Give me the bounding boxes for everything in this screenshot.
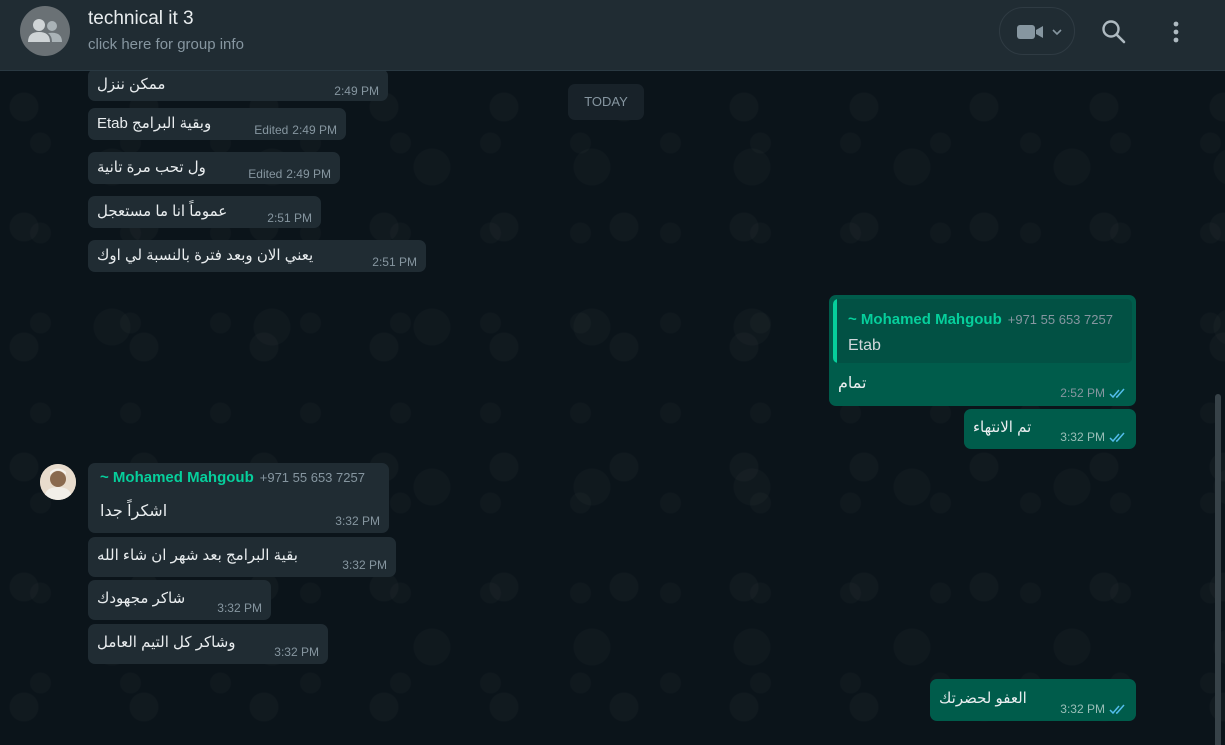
person-photo-icon	[40, 464, 76, 500]
message-time: 2:49 PM	[292, 123, 337, 137]
edited-label: Edited	[248, 167, 283, 181]
quoted-sender-phone: +971 55 653 7257	[1007, 312, 1113, 327]
message-incoming[interactable]: عموماً انا ما مستعجل 2:51 PM	[88, 196, 321, 228]
member-avatar[interactable]	[40, 464, 76, 500]
chat-title[interactable]: technical it 3	[88, 8, 194, 30]
message-text: يعني الان وبعد فترة بالنسبة لي اوك	[97, 247, 314, 264]
video-call-button[interactable]	[999, 7, 1075, 55]
chat-scrollbar[interactable]	[1215, 394, 1221, 745]
message-time: 2:49 PM	[286, 167, 331, 181]
message-incoming[interactable]: ممكن ننزل 2:49 PM	[88, 71, 388, 101]
message-time: 3:32 PM	[1060, 430, 1105, 444]
message-incoming[interactable]: بقية البرامج بعد شهر ان شاء الله 3:32 PM	[88, 537, 396, 577]
chat-header[interactable]: technical it 3 click here for group info	[0, 0, 1225, 71]
double-check-icon	[1109, 432, 1125, 443]
message-time: 2:51 PM	[372, 255, 417, 269]
message-time: 2:51 PM	[267, 211, 312, 225]
chevron-down-icon	[1052, 29, 1062, 36]
message-text: عموماً انا ما مستعجل	[97, 203, 228, 220]
quoted-text: Etab	[848, 337, 881, 354]
double-check-icon	[1109, 704, 1125, 715]
edited-label: Edited	[254, 123, 289, 137]
quote-accent-bar	[833, 299, 837, 363]
message-time: 3:32 PM	[342, 558, 387, 572]
message-text: بقية البرامج بعد شهر ان شاء الله	[97, 547, 298, 564]
message-text: تم الانتهاء	[973, 419, 1032, 436]
quoted-sender-name: ~ Mohamed Mahgoub	[848, 311, 1002, 328]
message-text: شاكر مجهودك	[97, 590, 186, 607]
message-incoming-with-sender[interactable]: ~ Mohamed Mahgoub +971 55 653 7257 اشكراً…	[88, 463, 389, 533]
message-time: 2:49 PM	[334, 84, 379, 98]
message-outgoing[interactable]: تم الانتهاء 3:32 PM	[964, 409, 1136, 449]
message-text: ول تحب مرة تانية	[97, 159, 206, 176]
group-avatar[interactable]	[20, 6, 70, 56]
message-text: وبقية البرامج Etab	[97, 115, 212, 132]
message-time: 3:32 PM	[274, 645, 319, 659]
message-time: 3:32 PM	[335, 514, 380, 528]
message-incoming[interactable]: وشاكر كل التيم العامل 3:32 PM	[88, 624, 328, 664]
message-text: العفو لحضرتك	[939, 690, 1027, 707]
message-text: اشكراً جدا	[100, 503, 168, 520]
date-separator: TODAY	[568, 84, 644, 120]
message-time: 3:32 PM	[217, 601, 262, 615]
message-text: ممكن ننزل	[97, 76, 166, 93]
message-time: 3:32 PM	[1060, 702, 1105, 716]
message-list[interactable]: ممكن ننزل 2:49 PM وبقية البرامج Etab Edi…	[0, 71, 1225, 745]
sender-name[interactable]: ~ Mohamed Mahgoub	[100, 469, 254, 486]
video-camera-icon	[1017, 25, 1043, 39]
sender-phone: +971 55 653 7257	[259, 470, 365, 485]
message-incoming[interactable]: شاكر مجهودك 3:32 PM	[88, 580, 271, 620]
double-check-icon	[1109, 388, 1125, 399]
group-info-link[interactable]: click here for group info	[88, 36, 244, 53]
message-text: وشاكر كل التيم العامل	[97, 634, 236, 651]
message-outgoing-reply[interactable]: ~ Mohamed Mahgoub +971 55 653 7257 Etab ت…	[829, 295, 1136, 406]
message-incoming[interactable]: ول تحب مرة تانية Edited 2:49 PM	[88, 152, 340, 184]
message-time: 2:52 PM	[1060, 386, 1105, 400]
group-icon	[28, 19, 62, 42]
message-outgoing[interactable]: العفو لحضرتك 3:32 PM	[930, 679, 1136, 721]
kebab-menu-icon[interactable]	[1170, 19, 1182, 45]
quoted-message[interactable]: ~ Mohamed Mahgoub +971 55 653 7257 Etab	[833, 299, 1132, 363]
message-incoming[interactable]: يعني الان وبعد فترة بالنسبة لي اوك 2:51 …	[88, 240, 426, 272]
message-text: تمام	[838, 375, 867, 392]
message-incoming[interactable]: وبقية البرامج Etab Edited 2:49 PM	[88, 108, 346, 140]
search-icon[interactable]	[1101, 19, 1127, 45]
